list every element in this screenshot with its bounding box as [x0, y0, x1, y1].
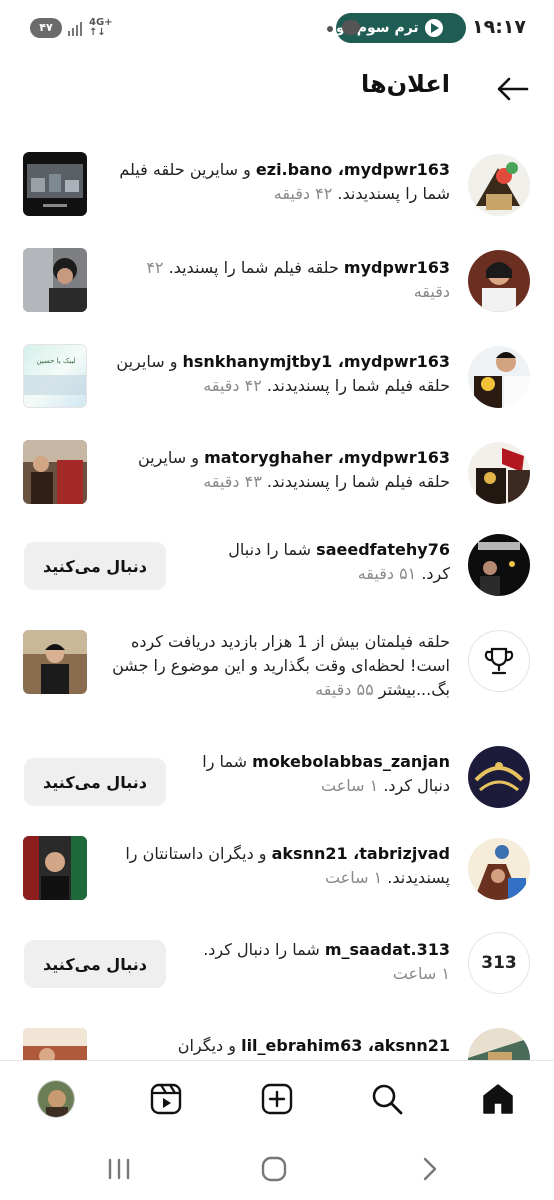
- status-bar: ۱۹:۱۷ ترم سوم دو ۴۷ 4G+ ↑↓: [0, 0, 554, 58]
- trophy-avatar: [468, 630, 530, 692]
- top-bar: اعلان‌ها: [0, 58, 554, 118]
- post-thumbnail[interactable]: [23, 630, 87, 694]
- reels-icon[interactable]: [149, 1082, 183, 1116]
- timestamp: ۱ ساعت: [392, 964, 450, 983]
- recent-apps-button[interactable]: [104, 1154, 134, 1184]
- search-tab[interactable]: [367, 1079, 407, 1119]
- play-icon: [424, 19, 443, 37]
- user-avatar[interactable]: [468, 746, 530, 808]
- post-thumbnail[interactable]: [23, 1028, 87, 1060]
- system-back-button[interactable]: [414, 1154, 444, 1184]
- user-avatar[interactable]: [468, 154, 530, 216]
- recent-apps-icon[interactable]: [106, 1157, 132, 1181]
- battery-indicator: ۴۷: [30, 18, 62, 38]
- bottom-navigation: [0, 1060, 554, 1134]
- post-thumbnail[interactable]: [23, 152, 87, 216]
- search-icon[interactable]: [370, 1082, 404, 1116]
- home-tab[interactable]: [478, 1079, 518, 1119]
- system-navigation-bar: [0, 1134, 554, 1200]
- clock: ۱۹:۱۷: [472, 16, 526, 38]
- following-button[interactable]: دنبال می‌کنید: [24, 758, 166, 806]
- notification-item[interactable]: mokebolabbas_zanjan شما را دنبال کرد. ۱ …: [0, 746, 554, 826]
- notification-item[interactable]: 313 m_saadat.313 شما را دنبال کرد. ۱ ساع…: [0, 932, 554, 1012]
- user-avatar[interactable]: [468, 838, 530, 900]
- profile-avatar[interactable]: [37, 1080, 75, 1118]
- notification-text: حلقه فیلمتان بیش از 1 هزار بازدید دریافت…: [112, 632, 450, 699]
- notification-text: saeedfatehy76 شما را دنبال کرد. ۵۱ دقیقه: [228, 540, 450, 583]
- notification-text: mokebolabbas_zanjan شما را دنبال کرد. ۱ …: [202, 752, 450, 795]
- back-chevron-icon[interactable]: [418, 1156, 440, 1182]
- create-icon[interactable]: [260, 1082, 294, 1116]
- notification-item[interactable]: حلقه فیلمتان بیش از 1 هزار بازدید دریافت…: [0, 628, 554, 708]
- timestamp: ۵۵ دقیقه: [315, 680, 374, 699]
- notification-item[interactable]: lil_ebrahim63 ،aksnn21 و دیگران: [0, 1028, 554, 1060]
- notification-list[interactable]: ezi.bano ،mydpwr163 و سایرین حلقه فیلم ش…: [0, 140, 554, 1060]
- post-thumbnail[interactable]: [23, 248, 87, 312]
- timestamp: ۴۲ دقیقه: [273, 184, 333, 203]
- timestamp: ۱ ساعت: [324, 868, 383, 887]
- create-tab[interactable]: [257, 1079, 297, 1119]
- network-type: 4G+ ↑↓: [89, 17, 113, 38]
- user-avatar[interactable]: [468, 534, 530, 596]
- home-icon[interactable]: [481, 1082, 515, 1116]
- notification-item[interactable]: matoryghaher ،mydpwr163 و سایرین حلقه فی…: [0, 440, 554, 520]
- notification-text: mydpwr163 حلقه فیلم شما را پسندید. ۴۲ دق…: [146, 258, 450, 301]
- post-thumbnail[interactable]: [23, 440, 87, 504]
- user-avatar[interactable]: 313: [468, 932, 530, 994]
- notification-text: aksnn21 ،tabrizjvad و دیگران داستانتان ر…: [125, 844, 450, 887]
- user-avatar[interactable]: [468, 442, 530, 504]
- following-button[interactable]: دنبال می‌کنید: [24, 940, 166, 988]
- page-title: اعلان‌ها: [361, 70, 450, 98]
- notification-item[interactable]: saeedfatehy76 شما را دنبال کرد. ۵۱ دقیقه…: [0, 534, 554, 614]
- home-circle-icon[interactable]: [260, 1155, 288, 1183]
- notification-text: ezi.bano ،mydpwr163 و سایرین حلقه فیلم ش…: [119, 160, 450, 203]
- chat-notification-icon: [342, 20, 360, 35]
- notification-text: lil_ebrahim63 ،aksnn21 و دیگران: [177, 1036, 450, 1055]
- post-thumbnail[interactable]: لبیک یا حسین: [23, 344, 87, 408]
- notification-text: m_saadat.313 شما را دنبال کرد. ۱ ساعت: [203, 940, 450, 983]
- timestamp: ۵۱ دقیقه: [357, 564, 417, 583]
- notification-item[interactable]: aksnn21 ،tabrizjvad و دیگران داستانتان ر…: [0, 836, 554, 916]
- trophy-icon: [484, 647, 514, 675]
- system-home-button[interactable]: [259, 1154, 289, 1184]
- reels-tab[interactable]: [146, 1079, 186, 1119]
- user-avatar[interactable]: [468, 250, 530, 312]
- timestamp: ۴۲ دقیقه: [203, 376, 262, 395]
- profile-tab[interactable]: [36, 1079, 76, 1119]
- signal-icon: [68, 20, 84, 36]
- timestamp: ۱ ساعت: [321, 776, 379, 795]
- notification-text: matoryghaher ،mydpwr163 و سایرین حلقه فی…: [137, 448, 450, 491]
- notification-item[interactable]: ezi.bano ،mydpwr163 و سایرین حلقه فیلم ش…: [0, 152, 554, 232]
- user-avatar[interactable]: [468, 346, 530, 408]
- notification-dot-icon: [327, 26, 333, 32]
- notification-text: hsnkhanymjtby1 ،mydpwr163 و سایرین حلقه …: [116, 352, 450, 395]
- arrow-left-icon[interactable]: [496, 72, 530, 106]
- notification-item[interactable]: mydpwr163 حلقه فیلم شما را پسندید. ۴۲ دق…: [0, 248, 554, 328]
- following-button[interactable]: دنبال می‌کنید: [24, 542, 166, 590]
- timestamp: ۴۳ دقیقه: [203, 472, 262, 491]
- notification-item[interactable]: hsnkhanymjtby1 ،mydpwr163 و سایرین حلقه …: [0, 344, 554, 424]
- user-avatar[interactable]: [468, 1028, 530, 1060]
- post-thumbnail[interactable]: [23, 836, 87, 900]
